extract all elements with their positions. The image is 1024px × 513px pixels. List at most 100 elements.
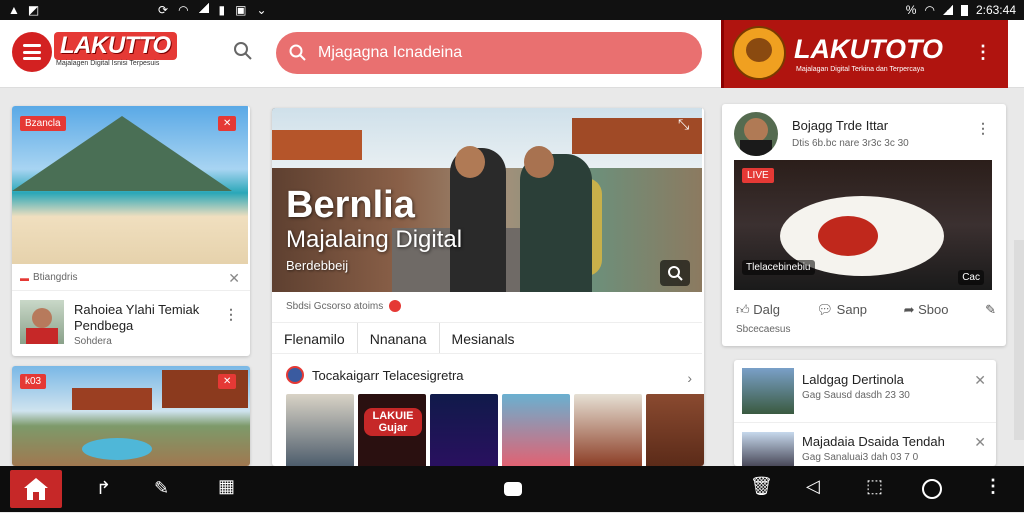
list-item[interactable]: Laldgag Dertinola Gag Sausd dasdh 23 30 … xyxy=(734,360,996,422)
thumbnail[interactable] xyxy=(430,394,498,466)
hero-image[interactable]: Bernlia Majalaing Digital Berdebbeij ⤡ xyxy=(272,108,702,292)
image-tag: k03 xyxy=(20,374,47,389)
image-caption: Tlelacebinebiu xyxy=(742,260,815,275)
section-title[interactable]: Tocakaigarr Telacesigretra xyxy=(312,368,464,383)
tab-bar: Flenamilo Nnanana Mesianals xyxy=(272,322,702,354)
screenshot-icon: ▣ xyxy=(235,3,247,17)
resort-card[interactable]: k03 ✕ xyxy=(12,366,250,466)
thumb-up-icon: 👍︎ xyxy=(736,302,750,317)
a-icon: ▲ xyxy=(8,3,20,17)
signal-icon xyxy=(942,5,953,15)
live-badge: LIVE xyxy=(742,168,774,183)
list-meta: Gag Sausd dasdh 23 30 xyxy=(802,390,910,401)
list-meta: Gag Sanaluai3 dah 03 7 0 xyxy=(802,452,919,463)
close-icon[interactable]: ✕ xyxy=(218,116,237,131)
clock: 2:63:44 xyxy=(975,3,1016,17)
list-thumbnail xyxy=(742,368,794,414)
feature-card[interactable]: Bernlia Majalaing Digital Berdebbeij ⤡ S… xyxy=(272,108,704,466)
sync-icon: ⟳ xyxy=(158,3,169,17)
signal-icon xyxy=(198,3,209,13)
back-icon[interactable]: ◁ xyxy=(806,476,820,497)
section-logo-icon xyxy=(286,366,304,384)
status-bar: ▲ ◩ ⟳ ◠ ▮ ▣ ⌄ % ◠ 2:63:44 xyxy=(0,0,1024,20)
home-circle-icon[interactable] xyxy=(922,479,942,499)
meta-line: Sbdsi Gcsorso atoims xyxy=(286,300,384,312)
search-bar[interactable] xyxy=(276,32,702,74)
related-list: Laldgag Dertinola Gag Sausd dasdh 23 30 … xyxy=(734,360,996,466)
thumbnail-strip: LAKUIE Gujar xyxy=(286,394,704,466)
hero-title: Bernlia xyxy=(286,184,415,226)
comment-button[interactable]: 💬︎ Sanp xyxy=(817,302,868,318)
battery-percent: % xyxy=(905,3,917,17)
close-icon[interactable]: ✕ xyxy=(974,434,986,451)
hero-caption: Berdebbeij xyxy=(286,258,349,273)
bottom-navigation: ↱ ✎ ▦ 🗑︎ ◁ ⬚ ⋮ xyxy=(0,466,1024,512)
brush-icon[interactable]: ✎ xyxy=(154,478,169,499)
card-meta: Btiangdris xyxy=(33,272,78,283)
tab-mesianals[interactable]: Mesianals xyxy=(440,323,527,353)
author-avatar[interactable] xyxy=(734,112,778,156)
logo-tagline: Majalagen Digital Isnisi Terpesuis xyxy=(56,60,160,67)
thumbnail[interactable] xyxy=(286,394,354,466)
close-icon[interactable]: ✕ xyxy=(974,372,986,389)
post-image[interactable]: LIVE Tlelacebinebiu Cac xyxy=(734,160,992,290)
image-badge: Cac xyxy=(958,270,984,285)
more-vert-icon[interactable]: ⋮ xyxy=(984,476,1002,497)
more-vert-icon[interactable]: ⋮ xyxy=(224,306,238,323)
home-pill-button[interactable] xyxy=(504,482,522,496)
list-thumbnail xyxy=(742,432,794,466)
more-vert-icon[interactable]: ⋮ xyxy=(974,42,992,63)
search-icon[interactable] xyxy=(232,40,256,64)
post-author[interactable]: Bojagg Trde Ittar xyxy=(792,118,888,133)
trash-icon[interactable]: 🗑︎ xyxy=(750,476,773,497)
gamepad-icon[interactable]: ⬚ xyxy=(866,476,883,497)
thumbnail[interactable] xyxy=(574,394,642,466)
post-actions: 👍︎ Dalg 💬︎ Sanp ➦ Sboo ✎ xyxy=(736,302,996,318)
resort-image: k03 ✕ xyxy=(12,366,250,466)
wifi-icon: ◠ xyxy=(178,3,189,17)
scrollbar[interactable] xyxy=(1014,240,1024,440)
tag-icon: ▬ xyxy=(20,272,29,283)
list-title: Majadaia Dsaida Tendah xyxy=(802,434,945,449)
more-vert-icon[interactable]: ⋮ xyxy=(976,120,990,137)
post-card[interactable]: Bojagg Trde Ittar Dtis 6b.bc nare 3r3c 3… xyxy=(722,104,1006,346)
dismiss-icon[interactable]: ✕ xyxy=(228,270,240,287)
image-tag: Bzancla xyxy=(20,116,66,131)
share-button[interactable]: ➦ Sboo xyxy=(904,302,949,318)
image-icon: ◩ xyxy=(27,3,40,17)
share-icon: ➦ xyxy=(903,302,915,317)
chevron-down-icon: ⌄ xyxy=(256,3,267,17)
search-input[interactable] xyxy=(318,32,688,74)
like-button[interactable]: 👍︎ Dalg xyxy=(736,302,780,318)
app-header: LAKUTTO Majalagen Digital Isnisi Terpesu… xyxy=(0,20,1024,88)
thumbnail[interactable]: LAKUIE Gujar xyxy=(358,394,426,466)
promo-banner[interactable]: LAKUTOTO Majalagan Digital Terkina dan T… xyxy=(721,20,1008,88)
menu-button[interactable] xyxy=(12,32,52,72)
close-icon[interactable]: ✕ xyxy=(218,374,237,389)
tab-flenamilo[interactable]: Flenamilo xyxy=(272,323,357,353)
sim-icon: ▮ xyxy=(218,3,226,17)
post-date: Dtis 6b.bc nare 3r3c 3c 30 xyxy=(792,138,909,149)
expand-icon[interactable]: ⤡ xyxy=(678,116,689,133)
app-logo[interactable]: LAKUTTO xyxy=(54,32,177,60)
beach-card[interactable]: Bzancla ✕ ▬ Btiangdris ✕ Rahoiea Ylahi T… xyxy=(12,106,250,356)
zoom-search-button[interactable] xyxy=(660,260,690,286)
home-button[interactable] xyxy=(10,470,62,508)
thumbnail[interactable] xyxy=(502,394,570,466)
wifi-icon: ◠ xyxy=(924,3,935,17)
promo-subtitle: Majalagan Digital Terkina dan Terpercaya xyxy=(796,66,925,73)
card-title[interactable]: Rahoiea Ylahi Temiak Pendbega xyxy=(74,302,214,334)
save-icon[interactable]: ▦ xyxy=(218,476,235,497)
hero-subtitle: Majalaing Digital xyxy=(286,226,463,253)
tab-nnanana[interactable]: Nnanana xyxy=(356,323,440,353)
edit-icon: ✎ xyxy=(985,302,996,317)
post-footer: Sbcecaesus xyxy=(736,324,791,335)
search-icon xyxy=(288,43,308,68)
edit-button[interactable]: ✎ xyxy=(985,302,996,318)
list-item[interactable]: Majadaia Dsaida Tendah Gag Sanaluai3 dah… xyxy=(734,424,996,466)
chevron-right-icon[interactable]: › xyxy=(687,370,692,386)
route-icon[interactable]: ↱ xyxy=(96,478,111,499)
thumbnail[interactable] xyxy=(646,394,704,466)
card-subtitle: Sohdera xyxy=(74,336,112,347)
home-icon xyxy=(24,478,48,500)
